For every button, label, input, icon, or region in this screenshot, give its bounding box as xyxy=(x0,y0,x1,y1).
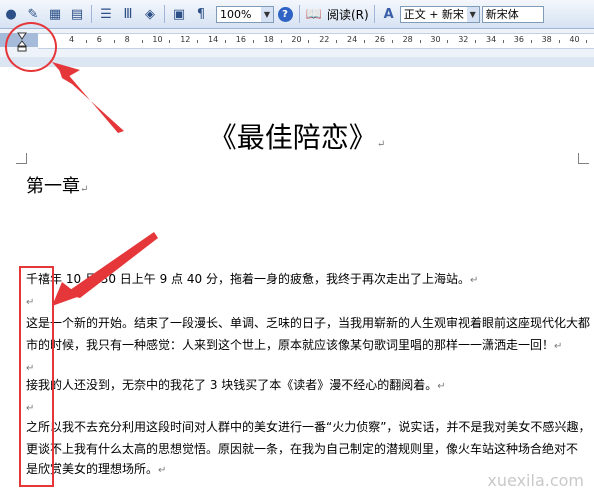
ruler-tick xyxy=(169,40,171,43)
read-icon[interactable]: 📖 xyxy=(304,4,324,24)
ruler-number: 16 xyxy=(235,35,246,44)
ruler-number: 20 xyxy=(291,35,302,44)
show-hide-icon[interactable]: ¶ xyxy=(191,4,211,24)
ruler-tick xyxy=(502,40,504,43)
ruler-number: 22 xyxy=(319,35,330,44)
ruler-bottom-strip xyxy=(0,57,594,67)
ruler-number: 18 xyxy=(263,35,274,44)
ruler-number: 14 xyxy=(208,35,219,44)
chevron-down-icon[interactable]: ▼ xyxy=(466,6,479,22)
ruler-number: 6 xyxy=(96,35,102,44)
drawing-icon[interactable]: Ⅲ xyxy=(118,4,138,24)
formatting-toolbar: ● ✎ ▦ ▤ ☰ Ⅲ ◈ ▣ ¶ 100% ▼ ? 📖 阅读(R) A 正文 … xyxy=(0,0,594,29)
document-title: 《最佳陪恋》↵ xyxy=(208,121,386,154)
ruler-tick xyxy=(113,40,115,43)
font-select[interactable]: 新宋体 xyxy=(481,5,544,23)
table-icon[interactable]: ▦ xyxy=(45,4,65,24)
read-button[interactable]: 阅读(R) xyxy=(327,6,369,23)
chapter-heading: 第一章↵ xyxy=(26,176,89,197)
watermark: xuexila.com xyxy=(487,471,584,490)
ruler-number: 8 xyxy=(124,35,130,44)
empty-paragraph: ↵ xyxy=(26,297,35,308)
ruler-tick xyxy=(419,40,421,43)
document-map-icon[interactable]: ▣ xyxy=(169,4,189,24)
ruler-tick xyxy=(197,40,199,43)
ruler-scale[interactable]: 4 6 8 10 12 14 16 18 20 22 24 26 28 30 32 34 36 38 40 xyxy=(38,33,594,49)
help-icon[interactable]: ? xyxy=(275,4,295,24)
ruler-number: 30 xyxy=(430,35,441,44)
ruler-tick xyxy=(447,40,449,43)
ruler-number: 12 xyxy=(180,35,191,44)
ruler-tick xyxy=(586,40,588,43)
ruler-number: 38 xyxy=(541,35,552,44)
ruler-tick xyxy=(141,40,143,43)
spreadsheet-icon[interactable]: ▤ xyxy=(67,4,87,24)
ruler-number: 36 xyxy=(513,35,524,44)
ruler-number: 24 xyxy=(347,35,358,44)
ruler-number: 28 xyxy=(402,35,413,44)
ruler-tick xyxy=(224,40,226,43)
paragraph: 千禧年 10 月 30 日上午 9 点 40 分，拖着一身的疲惫，我终于再次走出… xyxy=(26,272,479,286)
ruler-tick xyxy=(363,40,365,43)
columns-icon[interactable]: ☰ xyxy=(96,4,116,24)
ruler-tick xyxy=(530,40,532,43)
style-select[interactable]: 正文 + 新宋 ▼ xyxy=(399,5,480,23)
ruler-tick xyxy=(336,40,338,43)
paragraph: 市的时候，我只有一种感觉：人来到这个世上，原本就应该像某句歌词里唱的那样一一潇洒… xyxy=(26,338,563,352)
chevron-down-icon[interactable]: ▼ xyxy=(261,6,273,22)
ruler-number: 34 xyxy=(486,35,497,44)
ruler-number: 4 xyxy=(69,35,75,44)
ruler-tick xyxy=(475,40,477,43)
ruler-tick xyxy=(558,40,560,43)
zoom-select[interactable]: 100% ▼ xyxy=(216,5,274,23)
paragraph: 之所以我不去充分利用这段时间对人群中的美女进行一番“火力侦察”，说实话，并不是我… xyxy=(26,420,591,434)
ruler-tick xyxy=(280,40,282,43)
ruler-tick xyxy=(85,40,87,43)
web-icon[interactable]: ● xyxy=(1,4,21,24)
paragraph: 更谈不上我有什么太高的思想觉悟。原因就一条，在我为自己制定的潜规则里，像火车站这… xyxy=(26,442,579,456)
paragraph: 接我的人还没到，无奈中的我花了 3 块钱买了本《读者》漫不经心的翻阅着。↵ xyxy=(26,378,446,392)
ruler-number: 40 xyxy=(569,35,580,44)
ruler-tick xyxy=(391,40,393,43)
annotation-box xyxy=(19,266,54,487)
ruler-number: 10 xyxy=(152,35,163,44)
styles-icon[interactable]: A xyxy=(379,4,399,24)
ruler-tick xyxy=(308,40,310,43)
map-icon[interactable]: ◈ xyxy=(140,4,160,24)
ruler-tick xyxy=(252,40,254,43)
horizontal-ruler[interactable]: 4 6 8 10 12 14 16 18 20 22 24 26 28 30 32 34 36 38 40 xyxy=(0,29,594,57)
paragraph: 这是一个新的开始。结束了一段漫长、单调、乏味的日子，当我用崭新的人生观审视着眼前… xyxy=(26,316,591,330)
annotation-circle xyxy=(5,22,57,72)
ruler-number: 32 xyxy=(458,35,469,44)
edit-icon[interactable]: ✎ xyxy=(23,4,43,24)
ruler-number: 26 xyxy=(374,35,385,44)
